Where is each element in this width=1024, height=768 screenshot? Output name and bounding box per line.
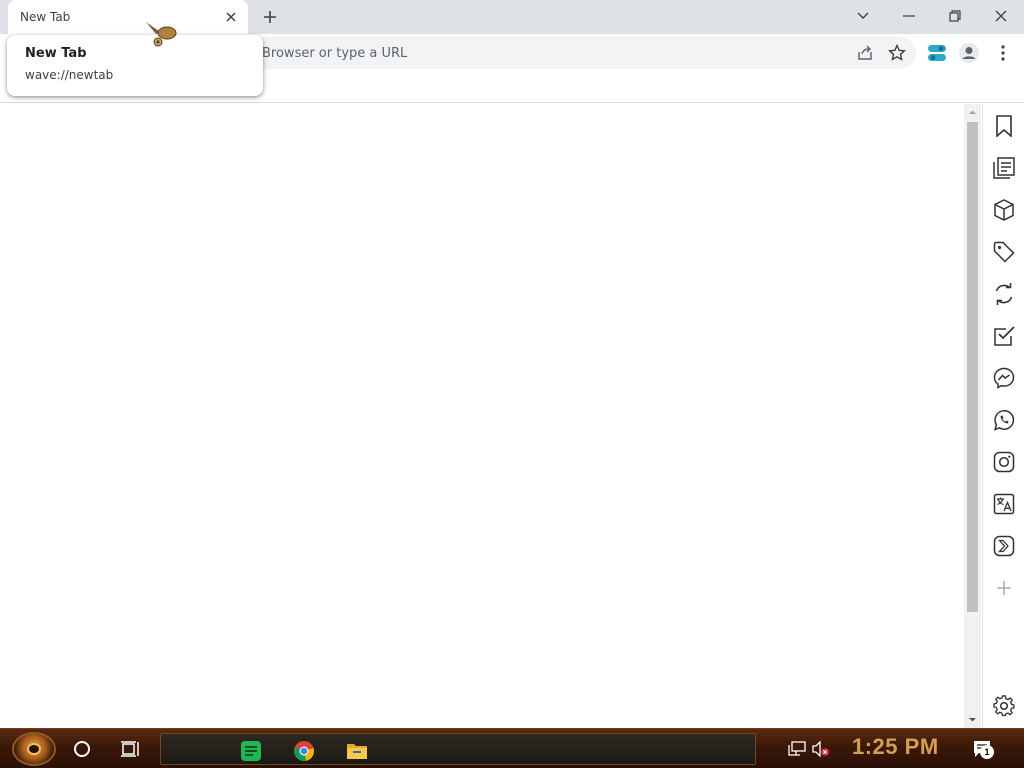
file-explorer-icon[interactable]: [346, 740, 368, 762]
share-icon[interactable]: [854, 42, 876, 64]
extension-toggle-icon[interactable]: [926, 42, 948, 64]
messenger-icon[interactable]: [992, 366, 1016, 390]
address-placeholder: Browser or type a URL: [262, 46, 408, 61]
box-icon[interactable]: [992, 198, 1016, 222]
menu-kebab-icon[interactable]: [992, 42, 1014, 64]
notification-badge: 1: [980, 745, 994, 759]
notes-app-icon[interactable]: [240, 740, 262, 762]
checklist-icon[interactable]: [992, 324, 1016, 348]
hover-card-url: wave://newtab: [25, 68, 114, 82]
clock[interactable]: 1:25 PM: [852, 734, 939, 760]
tab-new-tab[interactable]: New Tab: [8, 0, 248, 34]
hover-card-title: New Tab: [25, 46, 87, 61]
instagram-icon[interactable]: [992, 450, 1016, 474]
volume-muted-icon[interactable]: [812, 741, 830, 757]
restore-button[interactable]: [932, 2, 978, 30]
tab-hover-card: New Tab wave://newtab: [7, 35, 263, 96]
chevron-app-icon[interactable]: [992, 534, 1016, 558]
cursor-icon: [146, 22, 177, 47]
tab-search-icon[interactable]: [840, 2, 886, 30]
scroll-thumb[interactable]: [967, 122, 978, 612]
start-button[interactable]: [12, 732, 56, 766]
tab-title: New Tab: [20, 10, 71, 24]
translate-icon[interactable]: [992, 492, 1016, 516]
sync-icon[interactable]: [992, 282, 1016, 306]
task-view-icon[interactable]: [120, 739, 140, 759]
network-icon[interactable]: [788, 741, 806, 757]
tag-icon[interactable]: [992, 240, 1016, 264]
bookmark-icon[interactable]: [992, 114, 1016, 138]
add-icon[interactable]: [992, 576, 1016, 600]
reading-list-icon[interactable]: [992, 156, 1016, 180]
new-tab-button[interactable]: [258, 5, 282, 29]
vertical-scrollbar[interactable]: [964, 104, 981, 728]
start-logo-icon: [27, 743, 41, 755]
close-window-button[interactable]: [978, 2, 1024, 30]
taskbar-apps: [160, 733, 756, 765]
profile-avatar-icon[interactable]: [958, 42, 980, 64]
settings-icon[interactable]: [992, 694, 1016, 718]
tab-close-icon[interactable]: [222, 8, 240, 26]
star-icon[interactable]: [886, 42, 908, 64]
search-circle-icon[interactable]: [74, 741, 90, 757]
whatsapp-icon[interactable]: [992, 408, 1016, 432]
minimize-button[interactable]: [886, 2, 932, 30]
chrome-icon[interactable]: [293, 740, 315, 762]
sidebar: [982, 104, 1024, 728]
scroll-up-icon[interactable]: [968, 108, 977, 117]
page-content[interactable]: [0, 104, 964, 728]
scroll-down-icon[interactable]: [968, 715, 977, 724]
